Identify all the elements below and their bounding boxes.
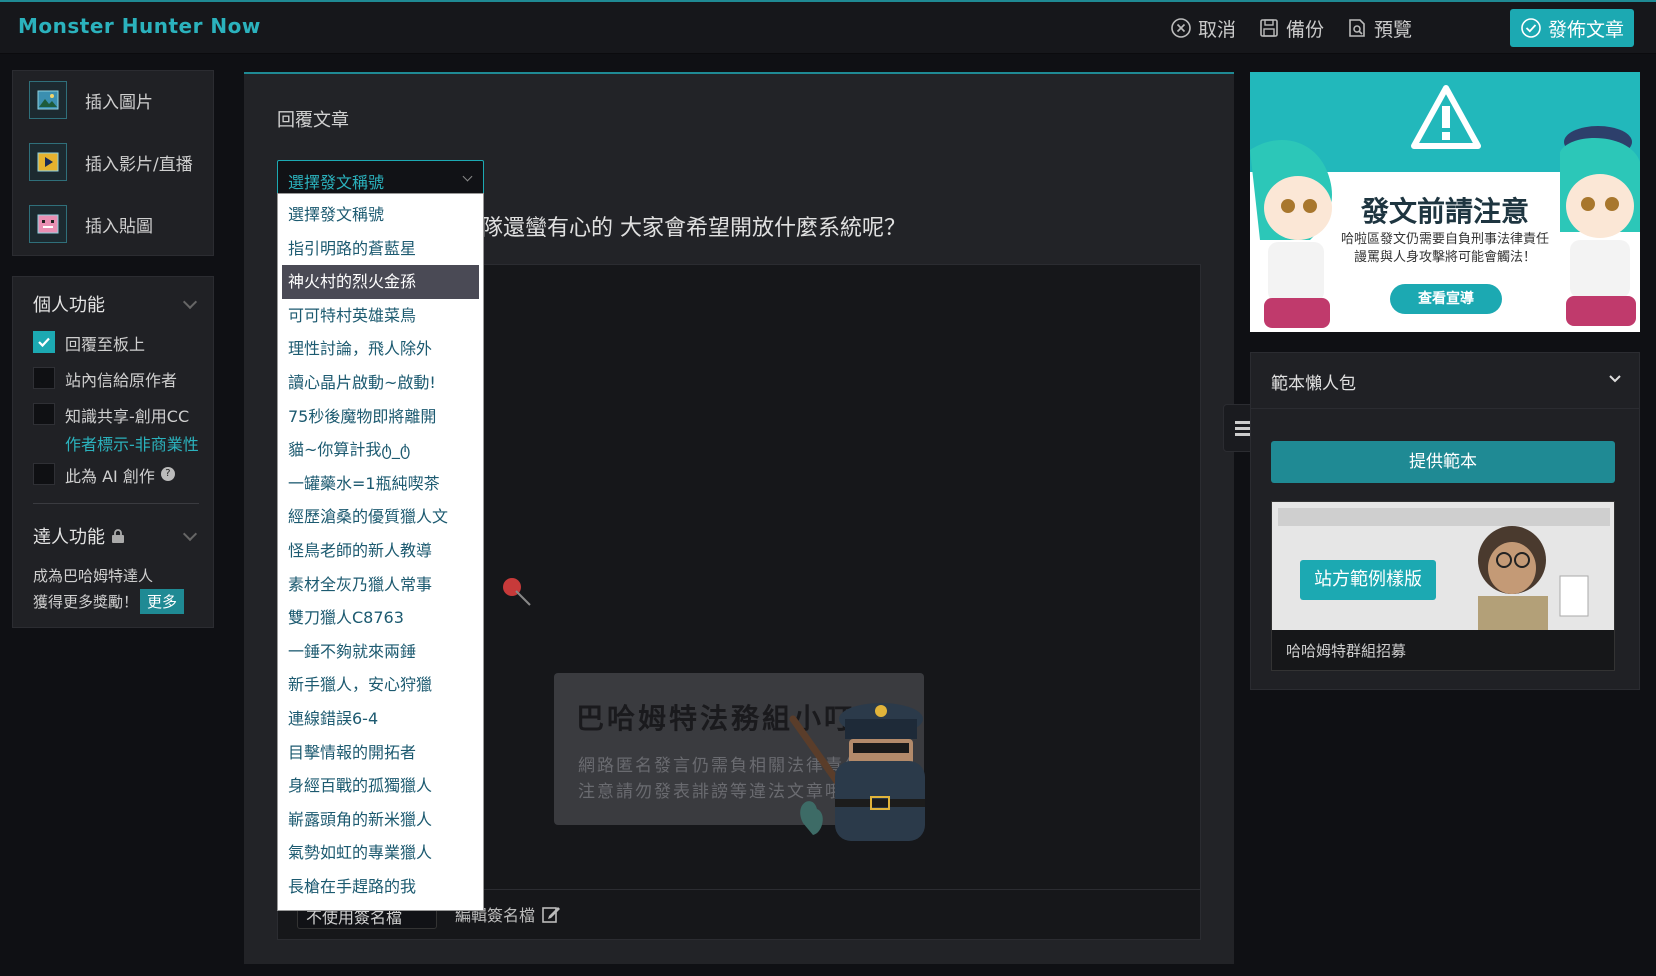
title-option[interactable]: 長槍在手趕路的我 xyxy=(282,870,479,904)
template-pack-header[interactable]: 範本懶人包 xyxy=(1251,353,1639,409)
title-option[interactable]: 神火村的烈火金孫 xyxy=(282,265,479,299)
sticker-icon xyxy=(29,205,67,243)
warning-icon xyxy=(1411,85,1481,149)
title-option[interactable]: 氣勢如虹的專業獵人 xyxy=(282,836,479,870)
checkbox-ai-generated[interactable] xyxy=(33,463,55,485)
title-option[interactable]: 目擊情報的開拓者 xyxy=(282,736,479,770)
title-select[interactable]: 選擇發文稱號 xyxy=(277,160,484,196)
cc-license-link[interactable]: 作者標示-非商業性 xyxy=(65,431,199,455)
template-caption: 哈哈姆特群組招募 xyxy=(1286,642,1407,660)
police-mascot-icon xyxy=(789,703,925,841)
personal-panel: 個人功能 回覆至板上 站內信給原作者 知識共享-創用CC 作者標示-非商業性 此… xyxy=(12,276,214,628)
preview-label: 預覽 xyxy=(1374,18,1413,41)
option-ai-generated[interactable]: 此為 AI 創作 ? xyxy=(33,463,175,487)
page-title: 回覆文章 xyxy=(277,110,349,131)
backup-button[interactable]: 備份 xyxy=(1258,14,1324,42)
divider xyxy=(33,503,199,504)
post-subject[interactable]: 隊還蠻有心的 大家會希望開放什麼系統呢？ xyxy=(481,210,906,242)
title-option[interactable]: 雙刀獵人C8763 xyxy=(282,601,479,635)
expert-title-text: 達人功能 xyxy=(33,527,105,548)
template-pack-panel: 範本懶人包 提供範本 站方範例樣版 哈哈姆特群組招募 xyxy=(1250,352,1640,690)
preview-button[interactable]: 預覽 xyxy=(1346,14,1412,42)
title-option[interactable]: 新手獵人，安心狩獵 xyxy=(282,668,479,702)
more-button[interactable]: 更多 xyxy=(140,589,185,614)
backup-label: 備份 xyxy=(1286,18,1325,41)
cancel-button[interactable]: 取消 xyxy=(1170,14,1236,42)
option-reply-to-board[interactable]: 回覆至板上 xyxy=(33,331,145,355)
view-notice-button[interactable]: 查看宣導 xyxy=(1390,284,1502,314)
expert-text-row: 獲得更多獎勵！ 更多 xyxy=(33,589,185,614)
title-option[interactable]: 連線錯誤6-4 xyxy=(282,702,479,736)
chevron-down-icon xyxy=(462,171,473,182)
option-label: 站內信給原作者 xyxy=(65,371,178,390)
expert-title: 達人功能 xyxy=(33,523,125,549)
chevron-down-icon[interactable] xyxy=(182,294,198,310)
title-option[interactable]: 嶄露頭角的新米獵人 xyxy=(282,803,479,837)
template-card[interactable]: 站方範例樣版 哈哈姆特群組招募 xyxy=(1271,501,1615,671)
option-mail-author[interactable]: 站內信給原作者 xyxy=(33,367,177,391)
option-label: 此為 AI 創作 xyxy=(65,467,155,486)
expert-text-2: 獲得更多獎勵！ xyxy=(33,593,139,611)
check-icon xyxy=(38,337,50,348)
title-option[interactable]: 身經百戰的孤獨獵人 xyxy=(282,769,479,803)
lock-icon xyxy=(112,529,124,543)
title-option[interactable]: 可可特村英雄菜鳥 xyxy=(282,299,479,333)
insert-panel: 插入圖片 插入影片/直播 插入貼圖 xyxy=(12,70,214,256)
title-option[interactable]: 經歷滄桑的優質獵人文 xyxy=(282,500,479,534)
option-label: 回覆至板上 xyxy=(65,335,146,354)
insert-image-label: 插入圖片 xyxy=(85,92,153,113)
insert-video-label: 插入影片/直播 xyxy=(85,154,193,175)
option-label: 知識共享-創用CC xyxy=(65,407,190,426)
title-option[interactable]: 75秒後魔物即將離開 xyxy=(282,400,479,434)
preview-icon xyxy=(1349,19,1365,37)
title-option[interactable]: 素材全灰乃獵人常事 xyxy=(282,568,479,602)
top-bar: Monster Hunter Now 取消 備份 預覽 發佈文章 xyxy=(0,0,1656,54)
chevron-down-icon[interactable] xyxy=(182,526,198,542)
title-dropdown-list: 選擇發文稱號 指引明路的蒼藍星 神火村的烈火金孫 可可特村英雄菜鳥 理性討論，飛人除外讀… xyxy=(277,193,484,911)
check-circle-icon xyxy=(1521,18,1541,38)
publish-label: 發佈文章 xyxy=(1547,18,1624,41)
expert-text-1: 成為巴哈姆特達人 xyxy=(33,567,154,585)
notice-line-1: 哈啦區發文仍需要自負刑事法律責任 xyxy=(1340,232,1549,247)
notice-title: 發文前請注意 xyxy=(1360,195,1529,228)
title-option[interactable]: 讀心晶片啟動~啟動! xyxy=(282,366,479,400)
publish-button[interactable]: 發佈文章 xyxy=(1510,9,1634,47)
video-icon xyxy=(29,143,67,181)
personal-title: 個人功能 xyxy=(33,295,105,316)
pushpin-icon xyxy=(503,578,531,606)
title-option[interactable]: 貓~你算計我ტ_ტ xyxy=(282,433,479,467)
checkbox-mail-author[interactable] xyxy=(33,367,55,389)
template-thumbnail: 站方範例樣版 xyxy=(1272,502,1614,630)
title-option[interactable]: 理性討論，飛人除外 xyxy=(282,332,479,366)
close-circle-icon xyxy=(1171,18,1191,38)
checkbox-creative-commons[interactable] xyxy=(33,403,55,425)
title-option[interactable]: 指引明路的蒼藍星 xyxy=(282,232,479,266)
edit-icon xyxy=(542,907,561,923)
save-icon xyxy=(1260,19,1278,37)
help-icon[interactable]: ? xyxy=(160,467,175,481)
checkbox-reply-to-board[interactable] xyxy=(33,331,55,353)
insert-sticker-button[interactable]: 插入貼圖 xyxy=(29,205,153,243)
template-badge: 站方範例樣版 xyxy=(1300,560,1436,600)
chevron-down-icon xyxy=(1609,375,1621,383)
notice-line-2: 謾罵與人身攻擊將可能會觸法！ xyxy=(1353,250,1536,265)
cancel-label: 取消 xyxy=(1198,18,1237,41)
board-title[interactable]: Monster Hunter Now xyxy=(18,14,261,38)
image-icon xyxy=(29,81,67,119)
title-option[interactable]: 怪鳥老師的新人教導 xyxy=(282,534,479,568)
title-option[interactable]: 一錘不夠就來兩錘 xyxy=(282,635,479,669)
provide-template-button[interactable]: 提供範本 xyxy=(1271,441,1615,483)
notice-banner[interactable]: 發文前請注意 哈啦區發文仍需要自負刑事法律責任 謾罵與人身攻擊將可能會觸法！ 查… xyxy=(1250,72,1640,332)
insert-video-button[interactable]: 插入影片/直播 xyxy=(29,143,193,181)
mascot-figure-icon xyxy=(1478,526,1589,630)
title-option[interactable]: 選擇發文稱號 xyxy=(282,198,479,232)
title-select-value: 選擇發文稱號 xyxy=(288,173,385,192)
template-pack-title: 範本懶人包 xyxy=(1271,374,1356,394)
option-creative-commons[interactable]: 知識共享-創用CC 作者標示-非商業性 xyxy=(33,403,199,455)
insert-sticker-label: 插入貼圖 xyxy=(85,216,153,237)
title-option[interactable]: 一罐藥水=1瓶純喫茶 xyxy=(282,467,479,501)
insert-image-button[interactable]: 插入圖片 xyxy=(29,81,153,119)
